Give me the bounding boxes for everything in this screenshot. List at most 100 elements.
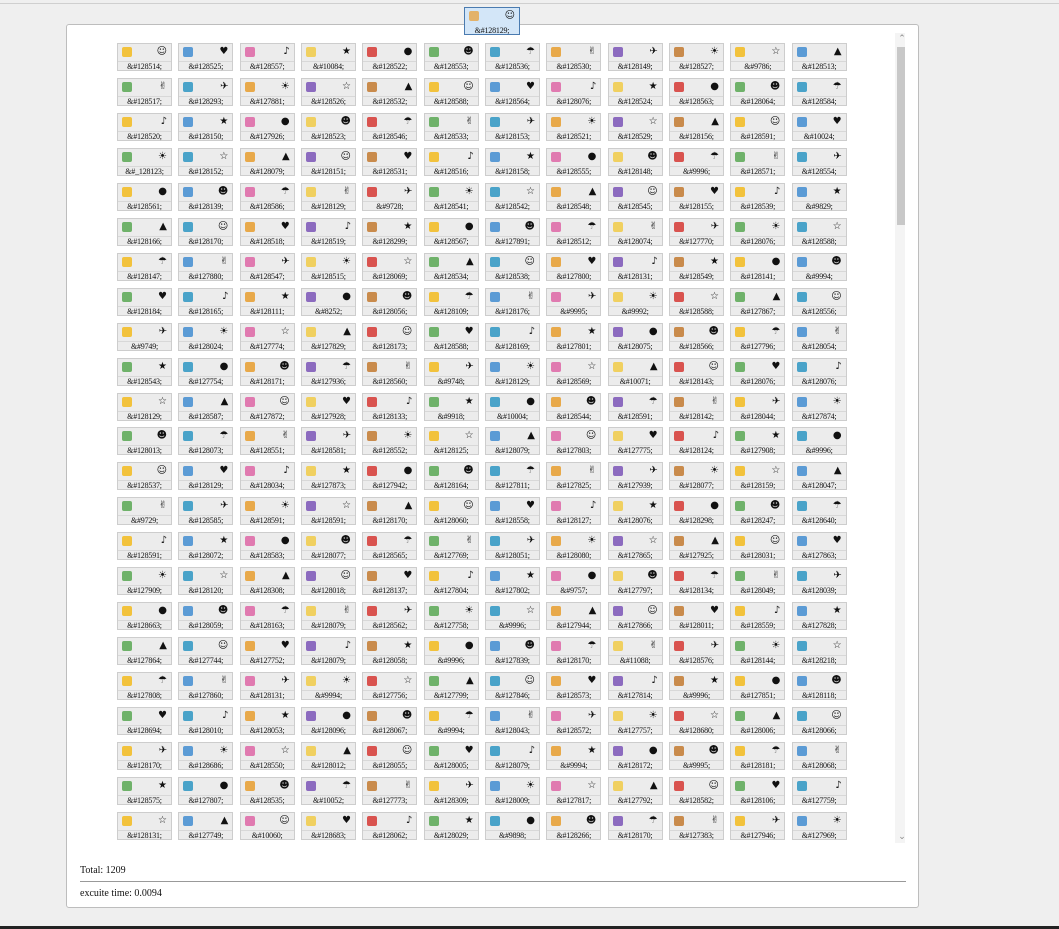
emoji-tile[interactable]: ● &#128561; [117, 182, 172, 211]
scrollbar[interactable]: ⌃ ⌄ [895, 33, 905, 843]
emoji-tile[interactable]: ☂ &#128536; [484, 43, 540, 71]
emoji-tile[interactable]: ☂ &#9996; [668, 147, 724, 176]
emoji-tile[interactable]: ♥ &#127928; [300, 392, 356, 421]
emoji-tile[interactable]: ▲ &#128166; [117, 217, 172, 246]
emoji-tile[interactable]: ☂ &#128163; [239, 602, 295, 631]
emoji-tile[interactable]: ▲ &#128047; [791, 462, 847, 491]
emoji-tile[interactable]: ♪ &#128559; [730, 602, 786, 631]
emoji-tile[interactable]: ♪ &#128557; [239, 43, 295, 71]
emoji-tile[interactable]: ♥ &#128005; [423, 742, 479, 770]
emoji-tile[interactable]: ● &#127807; [178, 776, 234, 805]
emoji-tile[interactable]: ☺ &#128055; [362, 742, 418, 770]
emoji-tile[interactable]: ☆ &#128218; [791, 637, 847, 666]
emoji-tile[interactable]: ♥ &#128525; [178, 43, 234, 71]
emoji-tile[interactable]: ☆ &#127756; [362, 672, 418, 701]
emoji-tile[interactable]: ✌ &#128129; [300, 182, 356, 211]
emoji-tile[interactable]: ☺ &#10060; [239, 811, 295, 840]
emoji-tile[interactable]: ♪ &#128076; [546, 77, 602, 106]
emoji-tile[interactable]: ♥ &#127752; [239, 637, 295, 666]
emoji-tile[interactable]: ☀ &#128591; [239, 497, 295, 526]
emoji-tile[interactable]: ☀ &#128144; [730, 637, 786, 666]
emoji-tile[interactable]: ☻ &#127891; [484, 217, 540, 246]
emoji-tile[interactable]: ● &#9757; [546, 567, 602, 596]
emoji-tile[interactable]: ☆ &#127817; [546, 776, 602, 805]
emoji-tile[interactable]: ✈ &#9995; [546, 287, 602, 316]
emoji-tile[interactable]: ▲ &#10071; [607, 357, 663, 386]
emoji-tile[interactable]: ☆ &#128588; [791, 217, 847, 246]
emoji-tile[interactable]: ☻ &#128064; [730, 77, 786, 106]
emoji-tile[interactable]: ☆ &#128588; [668, 287, 724, 316]
emoji-tile[interactable]: ✌ &#128068; [791, 742, 847, 770]
emoji-tile[interactable]: ☻ &#128148; [607, 147, 663, 176]
emoji-tile[interactable]: ♪ &#128124; [668, 427, 724, 456]
emoji-tile[interactable]: ♥ &#128155; [668, 182, 724, 211]
emoji-tile[interactable]: ▲ &#128532; [362, 77, 418, 106]
emoji-tile[interactable]: ☀ &#9994; [300, 672, 356, 701]
emoji-tile[interactable]: ★ &#127828; [791, 602, 847, 631]
emoji-tile[interactable]: ☀ &#127969; [791, 811, 847, 840]
emoji-tile[interactable]: ★ &#128076; [607, 497, 663, 526]
emoji-tile[interactable]: ▲ &#127829; [300, 322, 356, 351]
emoji-tile[interactable]: ● &#9996; [791, 427, 847, 456]
emoji-tile[interactable]: ✈ &#9728; [362, 182, 418, 211]
emoji-tile[interactable]: ● &#128075; [607, 322, 663, 351]
emoji-tile[interactable]: ☀ &#128527; [668, 43, 724, 71]
emoji-tile[interactable]: ✌ &#127383; [668, 811, 724, 840]
emoji-tile[interactable]: ✈ &#128576; [668, 637, 724, 666]
emoji-tile[interactable]: ▲ &#128079; [239, 147, 295, 176]
emoji-tile[interactable]: ☺ &#128556; [791, 287, 847, 316]
emoji-tile[interactable]: ● &#128096; [300, 707, 356, 736]
emoji-tile[interactable]: ☺ &#128143; [668, 357, 724, 386]
emoji-tile[interactable]: ♪ &#128133; [362, 392, 418, 421]
emoji-tile[interactable]: ☺ &#128173; [362, 322, 418, 351]
emoji-tile[interactable]: ♥ &#128573; [546, 672, 602, 701]
emoji-tile[interactable]: ♥ &#127863; [791, 532, 847, 561]
emoji-tile[interactable]: ▲ &#128079; [484, 427, 540, 456]
emoji-tile[interactable]: ▲ &#128012; [300, 742, 356, 770]
emoji-tile[interactable]: ☻ &#9994; [791, 252, 847, 281]
emoji-tile[interactable]: ☻ &#128266; [546, 811, 602, 840]
emoji-tile[interactable]: ☀ &#127881; [239, 77, 295, 106]
emoji-tile[interactable]: ★ &#128029; [423, 811, 479, 840]
emoji-tile[interactable]: ✈ &#128131; [239, 672, 295, 701]
emoji-tile[interactable]: ♪ &#128076; [791, 357, 847, 386]
emoji-tile[interactable]: ♪ &#128169; [484, 322, 540, 351]
emoji-tile[interactable]: ✌ &#128530; [546, 43, 602, 71]
emoji-tile[interactable]: ☻ &#9995; [668, 742, 724, 770]
emoji-tile[interactable]: ✈ &#128554; [791, 147, 847, 176]
emoji-tile[interactable]: ✌ &#128043; [484, 707, 540, 736]
emoji-tile[interactable]: ★ &#9994; [546, 742, 602, 770]
emoji-tile[interactable]: ♥ &#128683; [300, 811, 356, 840]
emoji-tile[interactable]: ☻ &#128553; [423, 43, 479, 71]
emoji-tile[interactable]: ● &#127851; [730, 672, 786, 701]
emoji-tile[interactable]: ▲ &#127864; [117, 637, 172, 666]
emoji-tile[interactable]: ☻ &#128059; [178, 602, 234, 631]
emoji-tile[interactable]: ▲ &#128534; [423, 252, 479, 281]
emoji-tile[interactable]: ☀ &#128077; [668, 462, 724, 491]
emoji-tile[interactable]: ☺ &#128018; [300, 567, 356, 596]
emoji-tile[interactable]: ☺ &#128066; [791, 707, 847, 736]
emoji-tile[interactable]: ☻ &#128164; [423, 462, 479, 491]
emoji-tile[interactable]: ☀ &#128541; [423, 182, 479, 211]
scrollbar-thumb[interactable] [897, 47, 905, 225]
emoji-tile[interactable]: ☆ &#128569; [546, 357, 602, 386]
emoji-tile[interactable]: ▲ &#127792; [607, 776, 663, 805]
emoji-tile[interactable]: ★ &#128058; [362, 637, 418, 666]
emoji-tile[interactable]: ♪ &#128010; [178, 707, 234, 736]
emoji-tile[interactable]: ✌ &#9729; [117, 497, 172, 526]
emoji-tile[interactable]: ♪ &#128520; [117, 112, 172, 141]
emoji-tile[interactable]: ● &#128583; [239, 532, 295, 561]
emoji-tile[interactable]: ● &#128567; [423, 217, 479, 246]
emoji-tile[interactable]: ☺ &#128582; [668, 776, 724, 805]
emoji-tile[interactable]: ✈ &#128585; [178, 497, 234, 526]
emoji-tile[interactable]: ☂ &#128109; [423, 287, 479, 316]
emoji-tile[interactable]: ☂ &#128591; [607, 392, 663, 421]
emoji-tile[interactable]: ☺ &#128170; [178, 217, 234, 246]
emoji-tile[interactable]: ♪ &#128519; [300, 217, 356, 246]
emoji-tile[interactable]: ✈ &#128044; [730, 392, 786, 421]
emoji-tile[interactable]: ✈ &#127939; [607, 462, 663, 491]
emoji-tile[interactable]: ★ &#9918; [423, 392, 479, 421]
emoji-tile[interactable]: ☆ &#9786; [730, 43, 786, 71]
emoji-tile[interactable]: ♪ &#128034; [239, 462, 295, 491]
emoji-tile[interactable]: ☂ &#128586; [239, 182, 295, 211]
